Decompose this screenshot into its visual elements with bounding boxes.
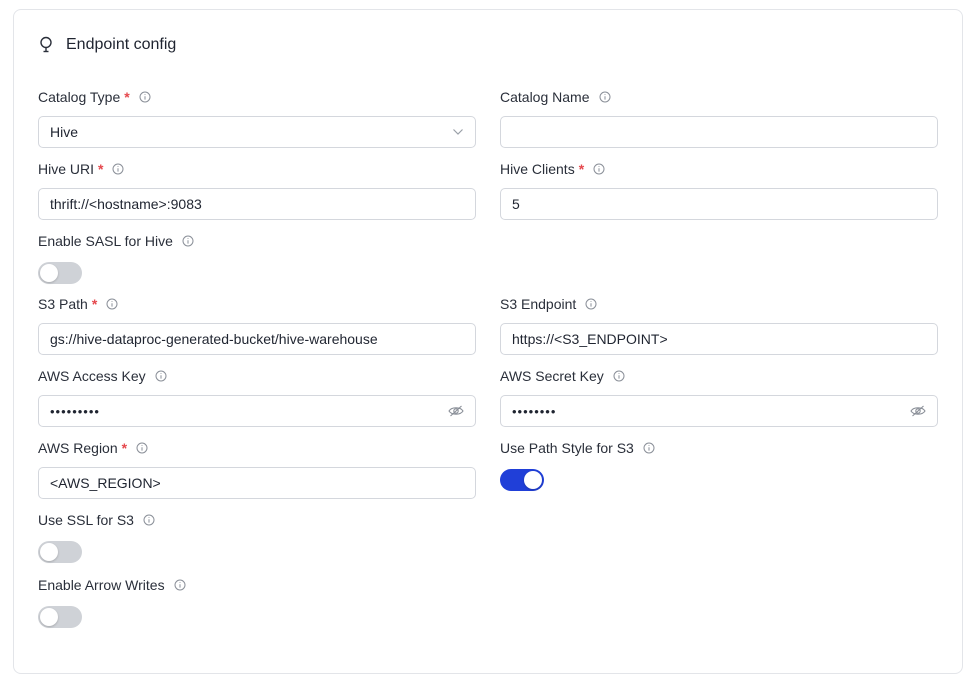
info-icon[interactable]: [106, 298, 118, 310]
info-icon[interactable]: [599, 91, 611, 103]
hive-clients-label: Hive Clients: [500, 161, 575, 177]
aws-access-key-value: •••••••••: [50, 403, 100, 419]
use-path-style-toggle[interactable]: [500, 469, 544, 491]
info-icon[interactable]: [139, 91, 151, 103]
info-icon[interactable]: [643, 442, 655, 454]
s3-path-value: gs://hive-dataproc-generated-bucket/hive…: [50, 331, 378, 347]
enable-arrow-writes-field: Enable Arrow Writes: [38, 576, 186, 628]
aws-secret-key-field: AWS Secret Key ••••••••: [500, 367, 938, 427]
enable-sasl-toggle[interactable]: [38, 262, 82, 284]
required-marker: *: [91, 296, 98, 312]
catalog-name-field: Catalog Name: [500, 88, 938, 148]
info-icon[interactable]: [155, 370, 167, 382]
toggle-knob: [524, 471, 542, 489]
aws-region-label: AWS Region: [38, 440, 118, 456]
catalog-type-label: Catalog Type: [38, 89, 121, 105]
card-title: Endpoint config: [66, 36, 177, 53]
s3-endpoint-field: S3 Endpoint https://<S3_ENDPOINT>: [500, 295, 938, 355]
catalog-type-select[interactable]: Hive: [38, 116, 476, 148]
use-ssl-field: Use SSL for S3: [38, 511, 155, 563]
use-path-style-field: Use Path Style for S3: [500, 439, 655, 491]
endpoint-config-card: Endpoint config Catalog Type * Hive Cata…: [13, 9, 963, 674]
required-marker: *: [124, 89, 130, 105]
required-marker: *: [121, 440, 128, 456]
use-path-style-label: Use Path Style for S3: [500, 440, 634, 456]
info-icon[interactable]: [182, 235, 194, 247]
info-icon[interactable]: [112, 163, 124, 175]
hive-clients-value: 5: [512, 196, 520, 212]
toggle-knob: [40, 608, 58, 626]
enable-arrow-writes-toggle[interactable]: [38, 606, 82, 628]
eye-off-icon[interactable]: [910, 405, 926, 417]
info-icon[interactable]: [174, 579, 186, 591]
enable-sasl-field: Enable SASL for Hive: [38, 232, 194, 284]
toggle-knob: [40, 543, 58, 561]
catalog-type-value: Hive: [50, 124, 79, 140]
aws-access-key-input[interactable]: •••••••••: [38, 395, 476, 427]
s3-endpoint-input[interactable]: https://<S3_ENDPOINT>: [500, 323, 938, 355]
aws-region-field: AWS Region * <AWS_REGION>: [38, 439, 476, 499]
catalog-name-label: Catalog Name: [500, 89, 590, 105]
info-icon[interactable]: [136, 442, 148, 454]
hive-uri-label: Hive URI: [38, 161, 95, 177]
enable-sasl-label: Enable SASL for Hive: [38, 233, 173, 249]
aws-secret-key-input[interactable]: ••••••••: [500, 395, 938, 427]
hive-uri-value: thrift://<hostname>:9083: [50, 196, 202, 212]
hive-clients-field: Hive Clients * 5: [500, 160, 938, 220]
lightbulb-icon: [38, 36, 54, 54]
enable-arrow-writes-label: Enable Arrow Writes: [38, 577, 165, 593]
required-marker: *: [578, 161, 585, 177]
catalog-name-input[interactable]: [500, 116, 938, 148]
s3-path-field: S3 Path * gs://hive-dataproc-generated-b…: [38, 295, 476, 355]
aws-region-value: <AWS_REGION>: [50, 475, 161, 491]
toggle-knob: [40, 264, 58, 282]
card-header: Endpoint config: [38, 36, 176, 54]
catalog-type-field: Catalog Type * Hive: [38, 88, 476, 148]
info-icon[interactable]: [593, 163, 605, 175]
aws-secret-key-label: AWS Secret Key: [500, 368, 604, 384]
s3-path-label: S3 Path: [38, 296, 88, 312]
aws-access-key-field: AWS Access Key •••••••••: [38, 367, 476, 427]
hive-uri-input[interactable]: thrift://<hostname>:9083: [38, 188, 476, 220]
required-marker: *: [98, 161, 104, 177]
chevron-down-icon: [452, 128, 464, 136]
aws-region-input[interactable]: <AWS_REGION>: [38, 467, 476, 499]
info-icon[interactable]: [613, 370, 625, 382]
use-ssl-label: Use SSL for S3: [38, 512, 134, 528]
aws-access-key-label: AWS Access Key: [38, 368, 146, 384]
s3-endpoint-label: S3 Endpoint: [500, 296, 577, 312]
eye-off-icon[interactable]: [448, 405, 464, 417]
aws-secret-key-value: ••••••••: [512, 403, 557, 419]
hive-uri-field: Hive URI * thrift://<hostname>:9083: [38, 160, 476, 220]
info-icon[interactable]: [143, 514, 155, 526]
use-ssl-toggle[interactable]: [38, 541, 82, 563]
info-icon[interactable]: [585, 298, 597, 310]
s3-endpoint-value: https://<S3_ENDPOINT>: [512, 331, 668, 347]
hive-clients-input[interactable]: 5: [500, 188, 938, 220]
s3-path-input[interactable]: gs://hive-dataproc-generated-bucket/hive…: [38, 323, 476, 355]
